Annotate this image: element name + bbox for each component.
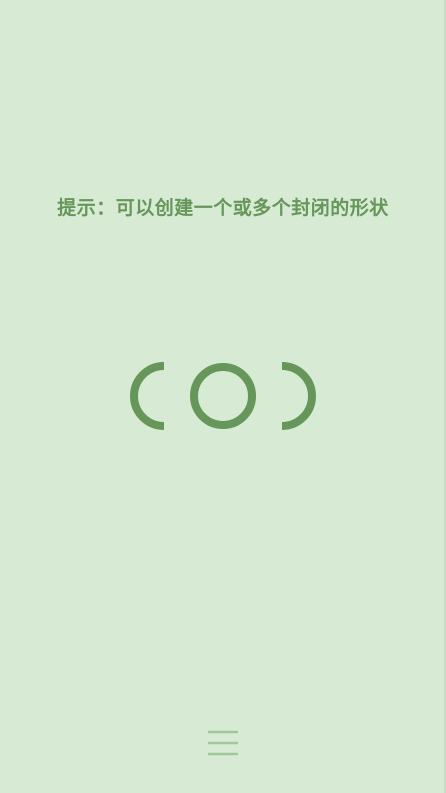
menu-button[interactable] — [203, 728, 243, 760]
right-arc-piece[interactable] — [281, 362, 316, 430]
left-arc-piece[interactable] — [130, 362, 165, 430]
center-ring-piece[interactable] — [190, 363, 256, 429]
puzzle-area — [120, 350, 326, 442]
game-screen: 提示：可以创建一个或多个封闭的形状 — [0, 0, 446, 793]
hamburger-menu-icon — [208, 730, 238, 756]
hint-text: 提示：可以创建一个或多个封闭的形状 — [57, 197, 389, 219]
